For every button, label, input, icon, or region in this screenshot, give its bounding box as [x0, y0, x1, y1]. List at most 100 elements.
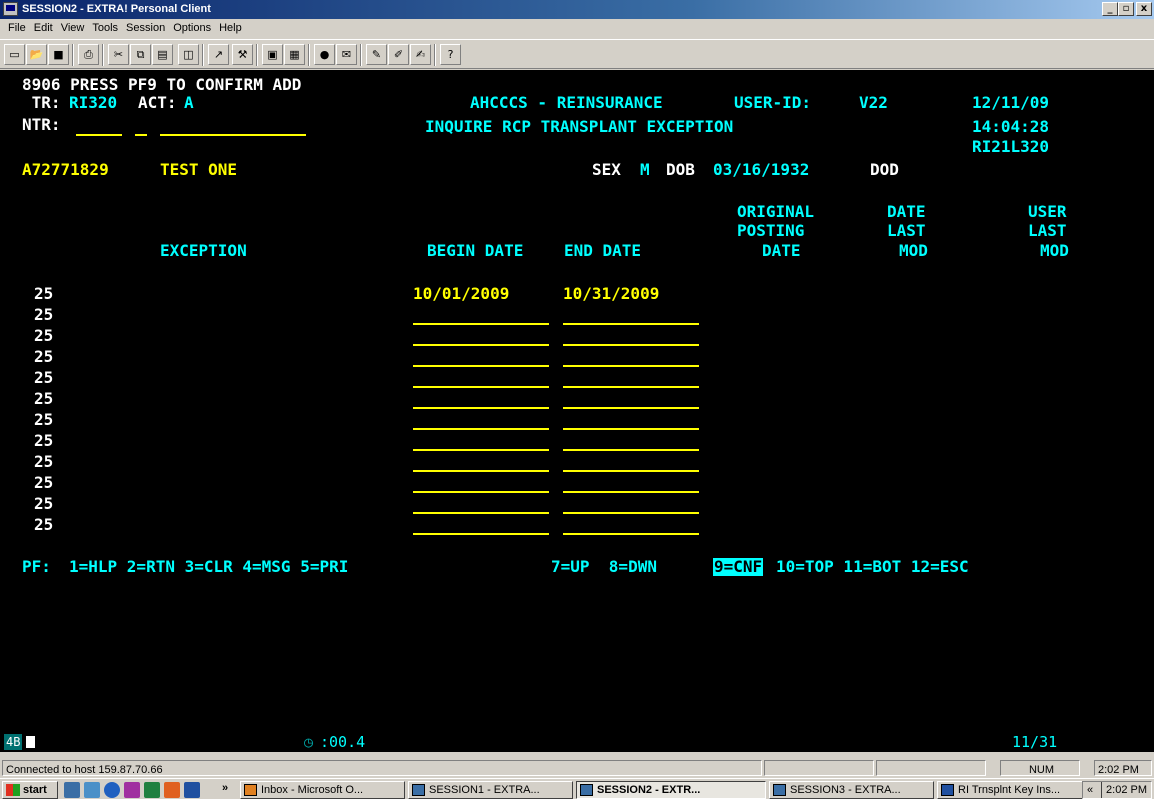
row-begin-date-field[interactable]: [413, 491, 549, 493]
pf-label: PF:: [22, 557, 51, 576]
task-inbox[interactable]: Inbox - Microsoft O...: [240, 781, 405, 799]
user-id-value: V22: [859, 93, 888, 112]
row-begin-date-field[interactable]: [413, 365, 549, 367]
tr-value[interactable]: RI320: [69, 94, 117, 112]
menu-session[interactable]: Session: [122, 19, 169, 38]
row-end-date-field[interactable]: [563, 491, 699, 493]
dob-value: 03/16/1932: [713, 160, 810, 179]
pf-keys-2[interactable]: 7=UP 8=DWN: [551, 558, 657, 576]
terminal-screen[interactable]: 8906 PRESS PF9 TO CONFIRM ADD TR: RI320 …: [0, 70, 1154, 752]
task-session3[interactable]: SESSION3 - EXTRA...: [769, 781, 934, 799]
col-end-date: END DATE: [564, 241, 642, 260]
pf-keys-1[interactable]: 1=HLP 2=RTN 3=CLR 4=MSG 5=PRI: [69, 558, 348, 576]
quicklaunch-icon[interactable]: [84, 782, 100, 798]
internet-explorer-icon[interactable]: [104, 782, 120, 798]
quicklaunch-overflow[interactable]: »: [222, 782, 228, 794]
task-word-doc[interactable]: RI Trnsplnt Key Ins...: [937, 781, 1102, 799]
menu-help[interactable]: Help: [215, 19, 246, 38]
tray-clock[interactable]: 2:02 PM: [1106, 784, 1147, 796]
save-icon[interactable]: ■: [48, 44, 69, 65]
row-begin-date-field[interactable]: [413, 386, 549, 388]
excel-icon[interactable]: [144, 782, 160, 798]
minimize-button[interactable]: _: [1102, 2, 1118, 16]
row-end-date-field[interactable]: [563, 533, 699, 535]
row-begin-date-field[interactable]: [413, 344, 549, 346]
row-exception: 25: [34, 494, 54, 513]
paste-icon[interactable]: ▤: [152, 44, 173, 65]
task-session2[interactable]: SESSION2 - EXTR...: [576, 781, 766, 799]
media-icon[interactable]: [124, 782, 140, 798]
extra-task-icon: [412, 784, 425, 796]
row-end-date-field[interactable]: [563, 428, 699, 430]
status-bar: Connected to host 159.87.70.66 NUM 2:02 …: [0, 759, 1154, 777]
row-begin-date-field[interactable]: [413, 323, 549, 325]
macro-icon[interactable]: ◫: [178, 44, 199, 65]
session-icon[interactable]: ▣: [262, 44, 283, 65]
print-icon[interactable]: ⎙: [78, 44, 99, 65]
row-begin-date-field[interactable]: [413, 533, 549, 535]
row-begin-date-field[interactable]: [413, 449, 549, 451]
ntr-field-2[interactable]: [135, 134, 147, 136]
word-icon[interactable]: [184, 782, 200, 798]
menu-file[interactable]: File: [4, 19, 30, 38]
row-end-date[interactable]: 10/31/2009: [563, 285, 659, 303]
send-icon[interactable]: ✉: [336, 44, 357, 65]
row-end-date-field[interactable]: [563, 407, 699, 409]
row-end-date-field[interactable]: [563, 344, 699, 346]
help-icon[interactable]: ?: [440, 44, 461, 65]
row-begin-date-field[interactable]: [413, 428, 549, 430]
row-end-date-field[interactable]: [563, 449, 699, 451]
open-macro-icon[interactable]: ↗: [208, 44, 229, 65]
row-begin-date[interactable]: 10/01/2009: [413, 285, 509, 303]
act-value[interactable]: A: [184, 94, 194, 112]
row-end-date-field[interactable]: [563, 365, 699, 367]
row-end-date-field[interactable]: [563, 512, 699, 514]
row-end-date-field[interactable]: [563, 386, 699, 388]
close-button[interactable]: x: [1136, 2, 1152, 16]
row-exception: 25: [34, 410, 54, 429]
show-desktop-icon[interactable]: [64, 782, 80, 798]
menu-view[interactable]: View: [57, 19, 89, 38]
row-end-date-field[interactable]: [563, 323, 699, 325]
maximize-button[interactable]: ▫: [1118, 2, 1134, 16]
pf-key-confirm[interactable]: 9=CNF: [713, 558, 764, 576]
edit3-icon[interactable]: ✍: [410, 44, 431, 65]
user-id-label: USER-ID:: [734, 93, 812, 112]
app-icon[interactable]: [3, 2, 18, 16]
menu-tools[interactable]: Tools: [88, 19, 122, 38]
outlook-icon[interactable]: [164, 782, 180, 798]
edit-icon[interactable]: ✎: [366, 44, 387, 65]
record-icon[interactable]: ●: [314, 44, 335, 65]
ntr-field-3[interactable]: [160, 134, 306, 136]
menu-options[interactable]: Options: [169, 19, 215, 38]
col-original-1: ORIGINAL: [737, 202, 815, 221]
row-end-date-field[interactable]: [563, 470, 699, 472]
start-button[interactable]: start: [2, 781, 58, 799]
ntr-field-1[interactable]: [76, 134, 122, 136]
menu-bar: File Edit View Tools Session Options Hel…: [0, 19, 1154, 38]
open-icon[interactable]: 📂: [26, 44, 47, 65]
copy-icon[interactable]: ⧉: [130, 44, 151, 65]
extra-task-icon: [580, 784, 593, 796]
tray-expand-button[interactable]: «: [1083, 782, 1093, 798]
windows-flag-icon: [6, 784, 20, 796]
terminal-message: 8906 PRESS PF9 TO CONFIRM ADD: [22, 75, 302, 94]
operator-info-area: 4B ◷ :00.4 11/31: [0, 732, 1154, 752]
dob-label: DOB: [666, 160, 695, 179]
outlook-task-icon: [244, 784, 257, 796]
tools-icon[interactable]: ⚒: [232, 44, 253, 65]
row-begin-date-field[interactable]: [413, 512, 549, 514]
menu-edit[interactable]: Edit: [30, 19, 57, 38]
sex-value: M: [640, 160, 650, 179]
new-icon[interactable]: ▭: [4, 44, 25, 65]
row-begin-date-field[interactable]: [413, 407, 549, 409]
task-session1[interactable]: SESSION1 - EXTRA...: [408, 781, 573, 799]
row-exception: 25: [34, 347, 54, 366]
sex-label: SEX: [592, 160, 621, 179]
cut-icon[interactable]: ✂: [108, 44, 129, 65]
transfer-icon[interactable]: ▦: [284, 44, 305, 65]
window-title: SESSION2 - EXTRA! Personal Client: [22, 3, 211, 15]
row-begin-date-field[interactable]: [413, 470, 549, 472]
pf-keys-3[interactable]: 10=TOP 11=BOT 12=ESC: [776, 558, 969, 576]
edit2-icon[interactable]: ✐: [388, 44, 409, 65]
